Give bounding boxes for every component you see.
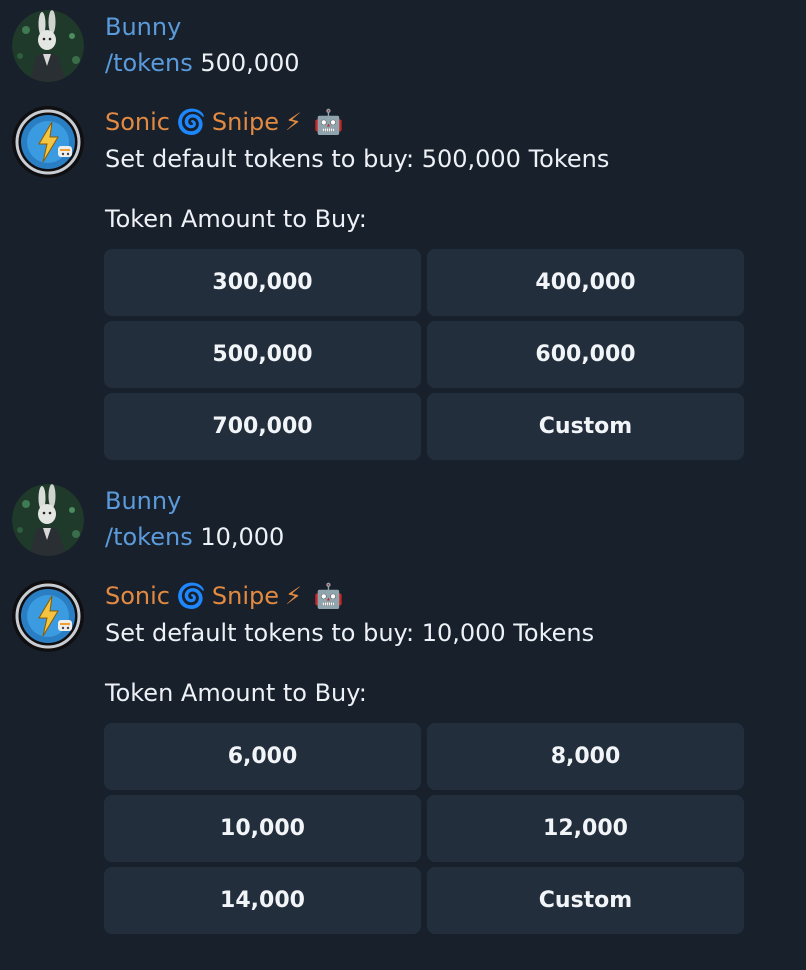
token-amount-button[interactable]: 400,000: [427, 249, 744, 316]
sender-name-part: Sonic: [105, 582, 170, 610]
custom-amount-button[interactable]: Custom: [427, 867, 744, 934]
sender-name-part: Sonic: [105, 108, 170, 136]
token-amount-button[interactable]: 500,000: [104, 321, 421, 388]
token-amount-button[interactable]: 6,000: [104, 723, 421, 790]
command-argument: 10,000: [192, 523, 285, 551]
sender-name[interactable]: Sonic 🌀 Snipe ⚡ 🤖: [105, 107, 350, 137]
cyclone-icon: 🌀: [176, 582, 206, 610]
message-text: /tokens 500,000: [105, 48, 300, 78]
sender-name-part: Snipe: [211, 582, 280, 610]
token-amount-button[interactable]: 600,000: [427, 321, 744, 388]
cyclone-icon: 🌀: [176, 108, 206, 136]
keyboard-row: 500,000 600,000: [104, 321, 744, 388]
token-amount-button[interactable]: 8,000: [427, 723, 744, 790]
sender-name[interactable]: Bunny: [105, 12, 181, 42]
keyboard-prompt: Token Amount to Buy:: [105, 205, 367, 233]
keyboard-row: 10,000 12,000: [104, 795, 744, 862]
sender-name[interactable]: Bunny: [105, 486, 181, 516]
keyboard-row: 6,000 8,000: [104, 723, 744, 790]
command-link[interactable]: /tokens: [105, 49, 193, 77]
token-amount-button[interactable]: 10,000: [104, 795, 421, 862]
token-amount-button[interactable]: 700,000: [104, 393, 421, 460]
message-text: Set default tokens to buy: 10,000 Tokens: [105, 619, 595, 647]
command-argument: 500,000: [192, 49, 300, 77]
sonic-lightning-avatar[interactable]: [12, 580, 84, 652]
inline-keyboard: 6,000 8,000 10,000 12,000 14,000 Custom: [104, 723, 744, 939]
keyboard-row: 700,000 Custom: [104, 393, 744, 460]
keyboard-row: 300,000 400,000: [104, 249, 744, 316]
bunny-avatar[interactable]: [12, 10, 84, 82]
token-amount-button[interactable]: 12,000: [427, 795, 744, 862]
sonic-lightning-avatar[interactable]: [12, 106, 84, 178]
bunny-avatar[interactable]: [12, 484, 84, 556]
message-text: Set default tokens to buy: 500,000 Token…: [105, 145, 610, 173]
robot-icon: 🤖: [313, 108, 344, 136]
keyboard-row: 14,000 Custom: [104, 867, 744, 934]
sender-name[interactable]: Sonic 🌀 Snipe ⚡ 🤖: [105, 581, 350, 611]
token-amount-button[interactable]: 14,000: [104, 867, 421, 934]
message-text: /tokens 10,000: [105, 522, 284, 552]
command-link[interactable]: /tokens: [105, 523, 193, 551]
chat-history: Bunny /tokens 500,000 Sonic 🌀 Snipe ⚡ 🤖 Set …: [0, 0, 806, 970]
sender-name-part: Snipe: [211, 108, 280, 136]
lightning-icon: ⚡: [285, 108, 302, 136]
robot-icon: 🤖: [313, 582, 344, 610]
keyboard-prompt: Token Amount to Buy:: [105, 679, 367, 707]
token-amount-button[interactable]: 300,000: [104, 249, 421, 316]
custom-amount-button[interactable]: Custom: [427, 393, 744, 460]
lightning-icon: ⚡: [285, 582, 302, 610]
inline-keyboard: 300,000 400,000 500,000 600,000 700,000 …: [104, 249, 744, 465]
